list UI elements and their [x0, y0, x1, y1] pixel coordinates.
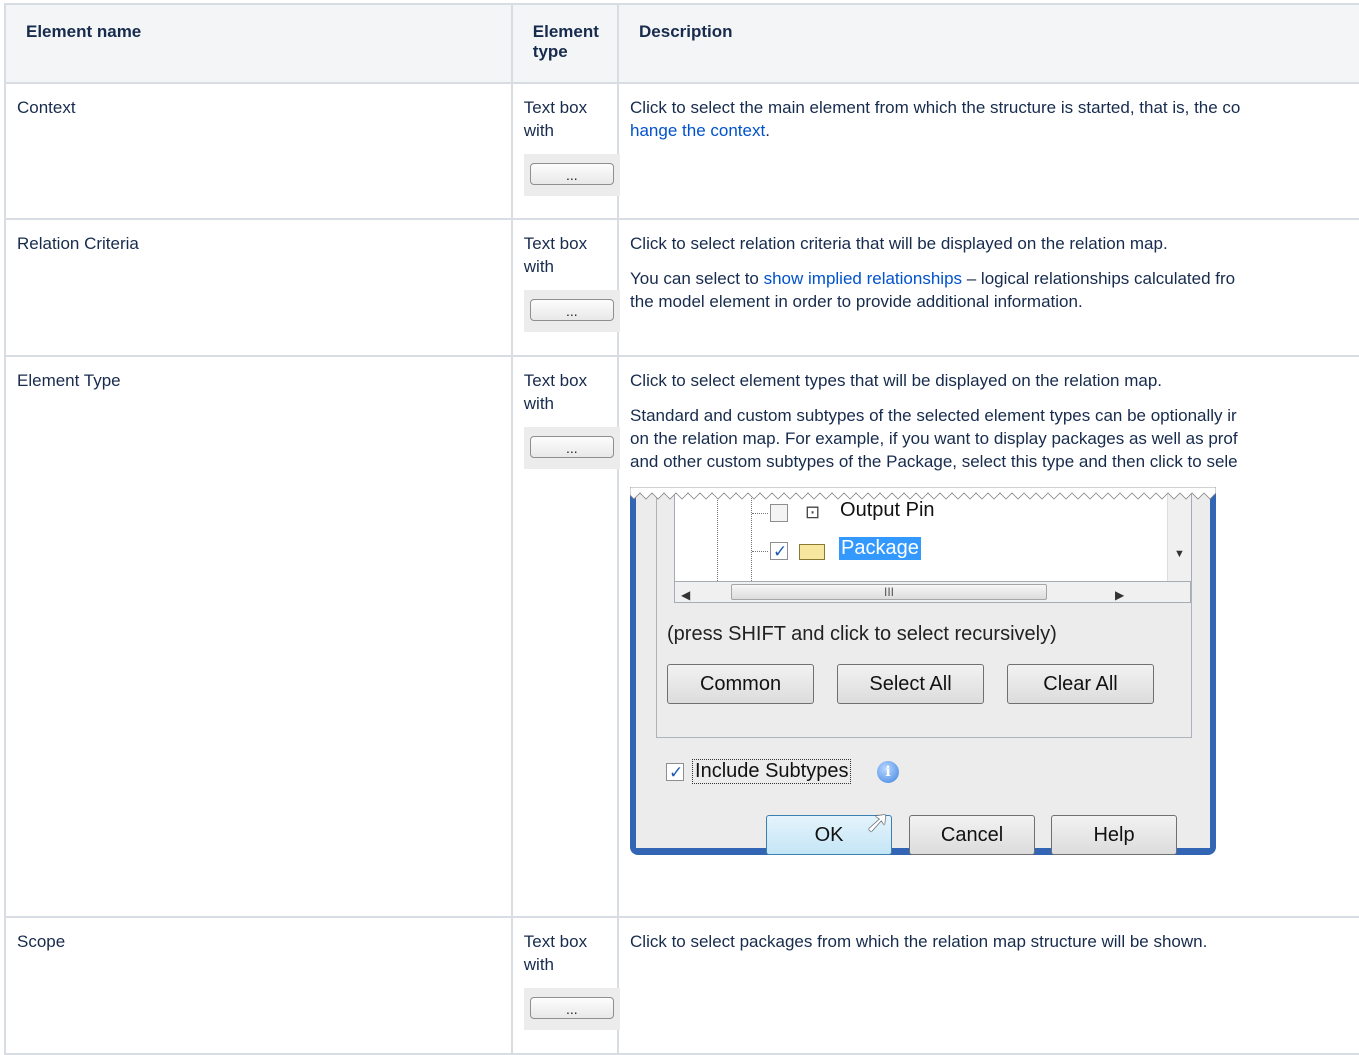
- desc-text: the model element in order to provide ad…: [630, 292, 1083, 311]
- row-name: Element Type: [4, 355, 513, 918]
- row-type-label: Text box with: [523, 98, 588, 140]
- tree-horizontal-scrollbar[interactable]: ◀ III ▶: [674, 581, 1192, 603]
- ellipsis-button-frame: ...: [523, 988, 620, 1030]
- ellipsis-button[interactable]: ...: [529, 163, 614, 185]
- header-element-type: Element type: [510, 3, 620, 84]
- dialog-frame: ⊡ Output Pin Package ▼: [630, 493, 1217, 855]
- table-row: Scope Text box with ... Click to select …: [4, 916, 1359, 1055]
- tree-vertical-scrollbar[interactable]: ▼: [1167, 493, 1192, 581]
- row-name: Relation Criteria: [4, 218, 513, 357]
- tree-item-output-pin[interactable]: Output Pin: [840, 499, 935, 522]
- row-type: Text box with ...: [510, 82, 620, 220]
- row-description: Click to select relation criteria that w…: [617, 218, 1359, 357]
- select-all-button[interactable]: Select All: [837, 664, 985, 704]
- ellipsis-button[interactable]: ...: [529, 997, 614, 1019]
- dialog-body: ⊡ Output Pin Package ▼: [636, 493, 1211, 855]
- element-type-panel: ⊡ Output Pin Package ▼: [656, 493, 1193, 738]
- desc-text: Standard and custom subtypes of the sele…: [630, 406, 1237, 425]
- row-type-label: Text box with: [523, 234, 588, 276]
- table-row: Element Type Text box with ... Click to …: [4, 355, 1359, 918]
- help-button[interactable]: Help: [1051, 815, 1178, 855]
- desc-text: and other custom subtypes of the Package…: [630, 452, 1238, 471]
- torn-edge: [630, 487, 1217, 500]
- row-type-label: Text box with: [523, 371, 588, 413]
- ellipsis-button[interactable]: ...: [529, 299, 614, 321]
- tree-item-checkbox-checked[interactable]: [770, 540, 789, 563]
- row-type: Text box with ...: [510, 355, 620, 918]
- desc-text: Click to select element types that will …: [630, 371, 1163, 390]
- cancel-button[interactable]: Cancel: [909, 815, 1036, 855]
- common-button[interactable]: Common: [667, 664, 815, 704]
- recursive-select-hint: (press SHIFT and click to select recursi…: [667, 623, 1057, 645]
- info-icon[interactable]: i: [877, 761, 900, 783]
- row-description: Click to select packages from which the …: [617, 916, 1359, 1055]
- header-element-name: Element name: [4, 3, 513, 84]
- package-folder-icon: [799, 544, 826, 560]
- clear-all-button[interactable]: Clear All: [1007, 664, 1155, 704]
- output-pin-icon: ⊡: [805, 502, 821, 522]
- tree-item-checkbox[interactable]: [770, 504, 789, 522]
- desc-text: Click to select packages from which the …: [630, 932, 1208, 951]
- desc-text: .: [765, 121, 770, 140]
- table-row: Context Text box with ... Click to selec…: [4, 82, 1359, 220]
- chevron-down-icon: ▼: [1174, 548, 1185, 560]
- scroll-right-icon[interactable]: ▶: [1115, 584, 1124, 607]
- element-table: Element name Element type Description Co…: [4, 3, 1359, 1055]
- tree-item-package[interactable]: Package: [839, 537, 921, 560]
- mouse-cursor-icon: ➚: [865, 806, 891, 839]
- scroll-left-icon[interactable]: ◀: [681, 584, 690, 607]
- ellipsis-button-frame: ...: [523, 290, 620, 332]
- desc-text: – logical relationships calculated fro: [962, 269, 1236, 288]
- scroll-thumb[interactable]: III: [731, 584, 1048, 600]
- ellipsis-button-frame: ...: [523, 154, 620, 196]
- implied-relationships-link[interactable]: show implied relationships: [764, 269, 962, 288]
- desc-text: You can select to: [630, 269, 764, 288]
- row-description: Click to select the main element from wh…: [617, 82, 1359, 220]
- header-description: Description: [617, 3, 1359, 84]
- row-type: Text box with ...: [510, 916, 620, 1055]
- desc-text: Click to select the main element from wh…: [630, 98, 1241, 117]
- include-subtypes-label[interactable]: Include Subtypes: [692, 759, 852, 784]
- row-name: Scope: [4, 916, 513, 1055]
- element-type-tree[interactable]: ⊡ Output Pin Package ▼: [674, 493, 1193, 582]
- include-subtypes-checkbox[interactable]: [666, 761, 685, 784]
- table-header-row: Element name Element type Description: [4, 3, 1359, 84]
- ellipsis-button-frame: ...: [523, 427, 620, 469]
- desc-text: on the relation map. For example, if you…: [630, 429, 1238, 448]
- table-row: Relation Criteria Text box with ... Clic…: [4, 218, 1359, 357]
- ellipsis-button[interactable]: ...: [529, 436, 614, 458]
- row-type: Text box with ...: [510, 218, 620, 357]
- change-context-link[interactable]: hange the context: [630, 121, 765, 140]
- row-description: Click to select element types that will …: [617, 355, 1359, 918]
- row-name: Context: [4, 82, 513, 220]
- row-type-label: Text box with: [523, 932, 588, 974]
- desc-text: Click to select relation criteria that w…: [630, 234, 1168, 253]
- dialog-screenshot: ⊡ Output Pin Package ▼: [630, 487, 1217, 855]
